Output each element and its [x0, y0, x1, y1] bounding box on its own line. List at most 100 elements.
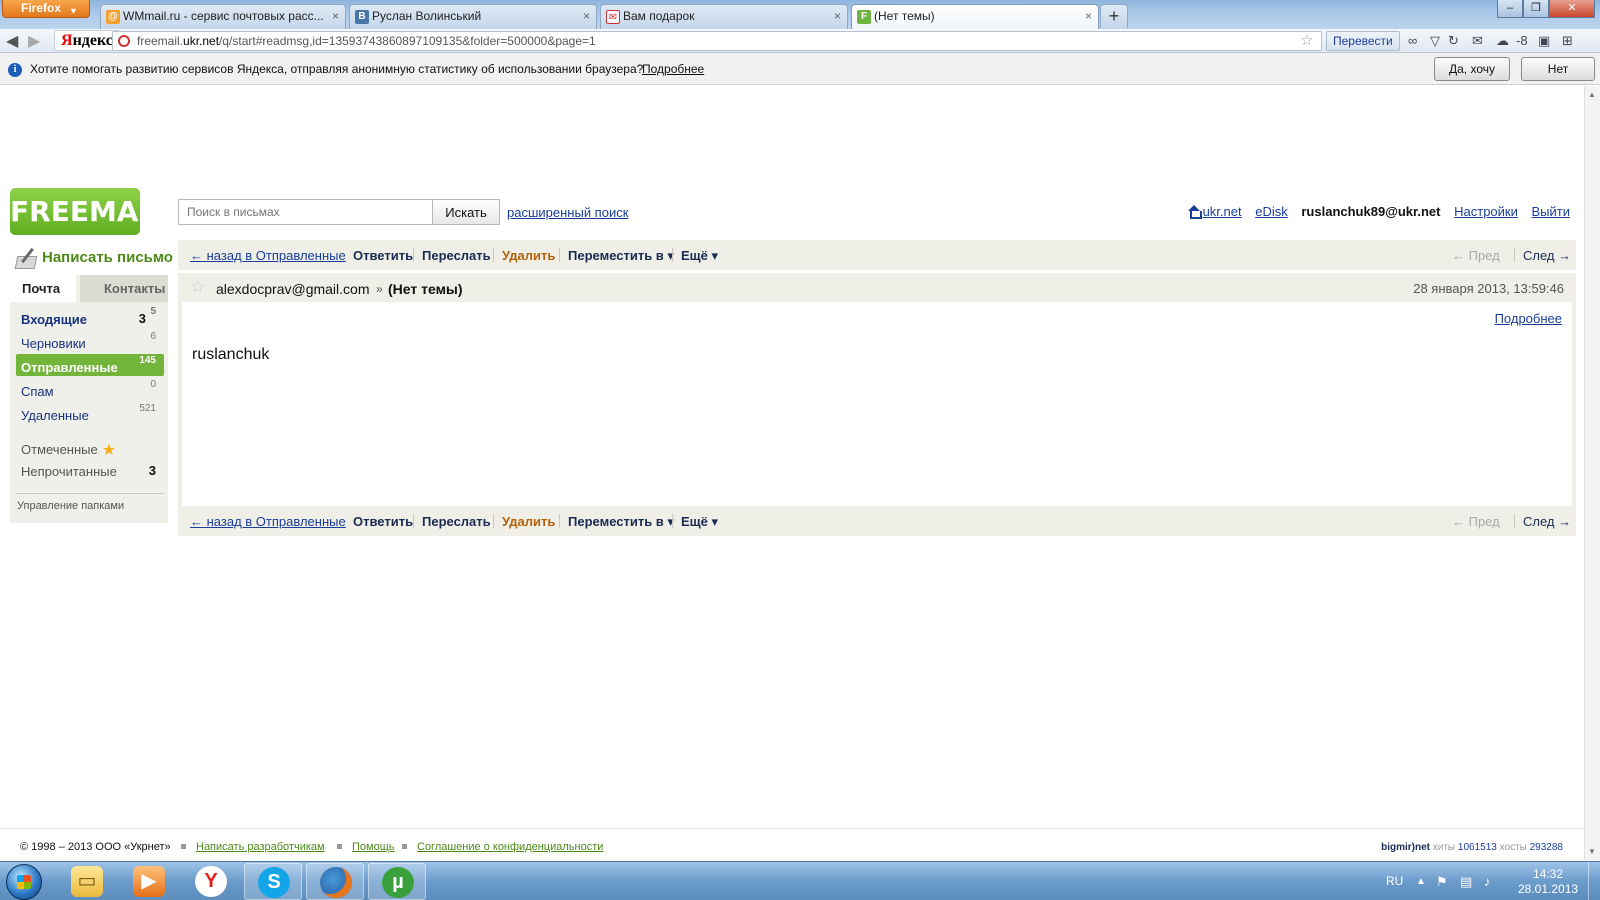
footer-link-help[interactable]: Помощь: [352, 841, 395, 853]
close-tab-icon[interactable]: ×: [834, 9, 841, 23]
close-tab-icon[interactable]: ×: [583, 9, 590, 23]
delete-button[interactable]: Удалить: [502, 248, 555, 263]
firefox-menu-button[interactable]: Firefox ▼: [2, 0, 90, 18]
footer-link-developers[interactable]: Написать разработчикам: [196, 841, 325, 853]
message-sender[interactable]: alexdocprav@gmail.com: [216, 281, 370, 297]
url-bar[interactable]: freemail.ukr.net/q/start#readmsg,id=1359…: [112, 31, 1322, 51]
search-button[interactable]: Искать: [432, 199, 500, 225]
reply-button[interactable]: Ответить: [353, 248, 413, 263]
move-to-dropdown[interactable]: Переместить в ▾: [568, 514, 674, 530]
more-dropdown[interactable]: Ещё ▾: [681, 248, 718, 264]
compose-button[interactable]: Написать письмо: [14, 247, 174, 269]
bigmir-counter[interactable]: bigmir)net хиты 1061513 хосты 293288: [1381, 842, 1563, 853]
site-identity-icon[interactable]: [118, 35, 130, 47]
more-dropdown[interactable]: Ещё ▾: [681, 514, 718, 530]
tab-mail[interactable]: Почта: [10, 275, 76, 302]
close-tab-icon[interactable]: ×: [332, 9, 339, 23]
message-details-link[interactable]: Подробнее: [1495, 311, 1562, 326]
reply-button[interactable]: Ответить: [353, 514, 413, 529]
tab-contacts[interactable]: Контакты: [80, 275, 168, 302]
taskbar-yandex-browser[interactable]: Y: [182, 863, 240, 900]
taskbar-skype[interactable]: S: [244, 863, 302, 900]
taskbar-media-player[interactable]: ▶: [120, 863, 178, 900]
toolbar-divider: [672, 248, 673, 262]
mail-icon[interactable]: ✉: [1472, 33, 1483, 49]
folder-drafts[interactable]: Черновики 6: [16, 330, 164, 352]
toolbar-divider: [1514, 514, 1515, 528]
close-window-button[interactable]: ✕: [1549, 0, 1595, 18]
delete-button[interactable]: Удалить: [502, 514, 555, 529]
star-outline-icon[interactable]: ☆: [190, 277, 205, 297]
translate-button[interactable]: Перевести: [1326, 31, 1400, 51]
addons-icon[interactable]: ⊞: [1562, 33, 1573, 49]
tray-expand-icon[interactable]: ▲: [1416, 876, 1426, 887]
windows-taskbar: ▭ ▶ Y S µ RU ▲ ⚑ ▤ ♪ 14:32 28.01.2013: [0, 861, 1600, 900]
keyboard-language[interactable]: RU: [1386, 874, 1403, 888]
previous-message-link[interactable]: ← Пред: [1452, 248, 1500, 263]
browser-tab-wmmail[interactable]: @ WMmail.ru - сервис почтовых расс... ×: [100, 4, 346, 29]
yandex-logo[interactable]: Яндекс: [54, 30, 120, 51]
taskbar-utorrent[interactable]: µ: [368, 863, 426, 900]
browser-tab-gift[interactable]: ✉ Вам подарок ×: [600, 4, 848, 29]
folder-count: 6: [150, 331, 156, 342]
taskbar-firefox[interactable]: [306, 863, 364, 900]
start-button[interactable]: [6, 864, 42, 900]
infobar-yes-button[interactable]: Да, хочу: [1434, 57, 1510, 81]
message-header: ☆ alexdocprav@gmail.com » (Нет темы) 28 …: [178, 272, 1576, 302]
mail-search-input[interactable]: [178, 199, 432, 225]
next-message-link[interactable]: След →: [1523, 514, 1571, 529]
infobar-more-link[interactable]: Подробнее: [642, 62, 704, 76]
scroll-up-icon[interactable]: ▲: [1588, 90, 1596, 99]
bookmarks-icon[interactable]: ▣: [1538, 33, 1550, 49]
logout-link[interactable]: Выйти: [1532, 204, 1571, 219]
footer-link-privacy[interactable]: Соглашение о конфиденциальности: [417, 841, 603, 853]
browser-tab-vk[interactable]: В Руслан Волинський ×: [349, 4, 597, 29]
settings-link[interactable]: Настройки: [1454, 204, 1518, 219]
reload-icon[interactable]: ↻: [1448, 33, 1459, 49]
page-scrollbar[interactable]: ▲ ▼: [1584, 86, 1600, 860]
folder-inbox[interactable]: Входящие 3 5: [16, 306, 164, 328]
browser-tab-freemail[interactable]: F (Нет темы) ×: [851, 4, 1099, 29]
dropdown-icon[interactable]: ▽: [1430, 33, 1440, 49]
firefox-icon: [320, 867, 352, 898]
previous-message-link[interactable]: ← Пред: [1452, 514, 1500, 529]
manage-folders-link[interactable]: Управление папками: [17, 500, 124, 512]
system-clock[interactable]: 14:32 28.01.2013: [1518, 867, 1578, 897]
counter-brand: bigmir)net: [1381, 842, 1430, 853]
minimize-window-button[interactable]: –: [1497, 0, 1523, 18]
forward-button[interactable]: Переслать: [422, 248, 491, 263]
advanced-search-link[interactable]: расширенный поиск: [507, 205, 628, 220]
weather-cloud-icon[interactable]: ☁: [1496, 33, 1509, 49]
maximize-window-button[interactable]: ❐: [1523, 0, 1549, 18]
freemail-logo[interactable]: FREEMAIL: [10, 188, 167, 235]
back-arrow-icon[interactable]: ◀: [6, 31, 18, 51]
volume-icon[interactable]: ♪: [1484, 874, 1491, 889]
move-to-dropdown[interactable]: Переместить в ▾: [568, 248, 674, 264]
folder-unread[interactable]: Непрочитанные 3: [16, 458, 164, 480]
forward-button[interactable]: Переслать: [422, 514, 491, 529]
new-tab-button[interactable]: +: [1100, 4, 1128, 28]
folder-sent[interactable]: Отправленные 145: [16, 354, 164, 376]
folder-spam[interactable]: Спам 0: [16, 378, 164, 400]
weather-temperature[interactable]: -8: [1516, 33, 1528, 48]
ukrnet-link[interactable]: ukr.net: [1203, 204, 1242, 219]
network-icon[interactable]: ▤: [1460, 874, 1472, 890]
action-center-flag-icon[interactable]: ⚑: [1436, 874, 1448, 890]
message-body: Подробнее ruslanchuk: [178, 302, 1576, 506]
edisk-link[interactable]: eDisk: [1255, 204, 1288, 219]
toolbar-divider: [413, 248, 414, 262]
folder-starred[interactable]: Отмеченные ★: [16, 434, 164, 459]
taskbar-explorer[interactable]: ▭: [58, 863, 116, 900]
forward-arrow-icon[interactable]: ▶: [28, 31, 40, 51]
next-message-link[interactable]: След →: [1523, 248, 1571, 263]
scroll-down-icon[interactable]: ▼: [1588, 847, 1596, 856]
glasses-icon[interactable]: ∞: [1408, 33, 1417, 48]
back-to-sent-link[interactable]: ← назад в Отправленные: [190, 514, 346, 529]
folder-deleted[interactable]: Удаленные 521: [16, 402, 164, 424]
bookmark-star-icon[interactable]: ☆: [1300, 31, 1313, 49]
back-to-sent-link[interactable]: ← назад в Отправленные: [190, 248, 346, 263]
toolbar-divider: [1514, 248, 1515, 262]
show-desktop-button[interactable]: [1588, 862, 1600, 900]
close-tab-icon[interactable]: ×: [1085, 9, 1092, 23]
infobar-no-button[interactable]: Нет: [1521, 57, 1595, 81]
